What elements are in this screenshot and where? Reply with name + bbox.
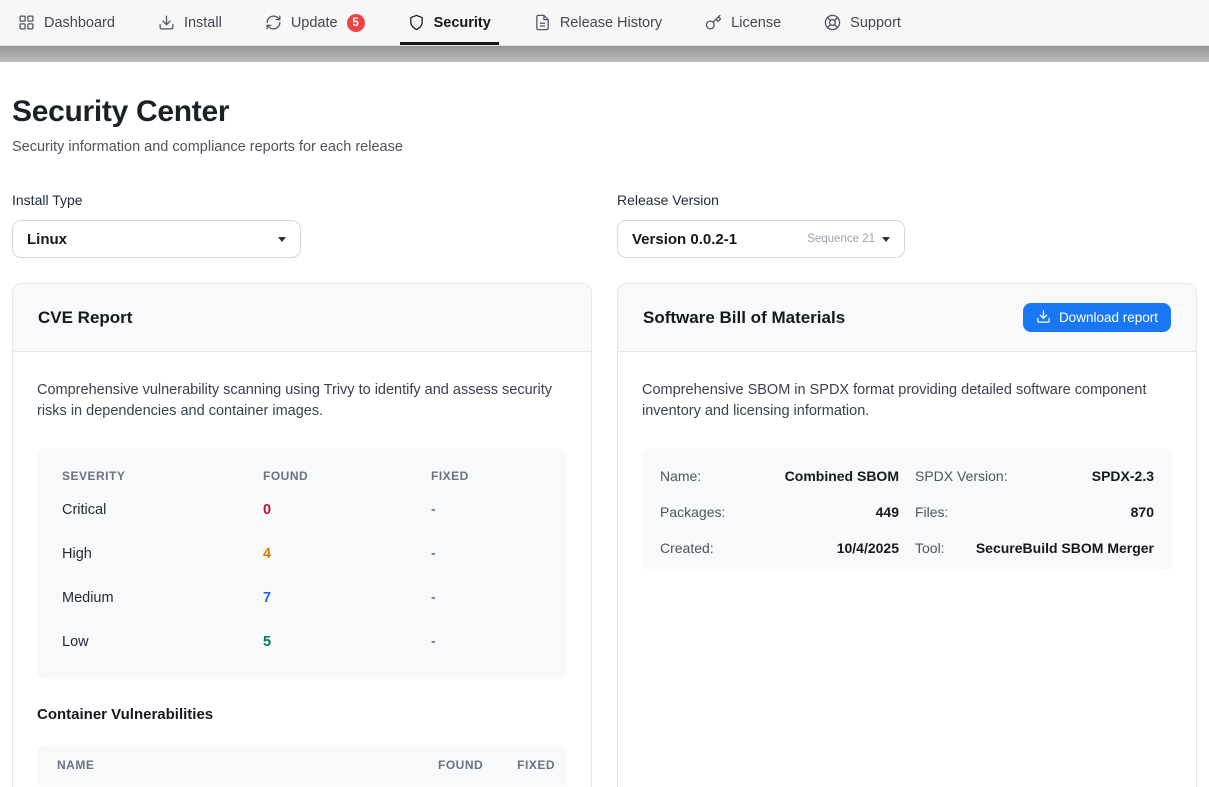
tab-install[interactable]: Install xyxy=(158,0,222,45)
sbom-detail-value: Combined SBOM xyxy=(785,468,899,484)
tab-security[interactable]: Security xyxy=(408,0,491,45)
found-col-header: FOUND xyxy=(263,469,431,483)
fixed-value: - xyxy=(431,546,542,562)
list-item: Created: 10/4/2025 xyxy=(660,530,899,566)
sbom-detail-label: Packages: xyxy=(660,504,725,520)
download-report-label: Download report xyxy=(1059,310,1158,325)
found-col-header: FOUND xyxy=(438,758,483,772)
table-row: Medium 7 - xyxy=(37,576,567,620)
severity-label: High xyxy=(62,546,263,562)
sbom-detail-value: 449 xyxy=(876,504,899,520)
install-type-label: Install Type xyxy=(12,192,592,208)
sbom-detail-label: Tool: xyxy=(915,540,945,556)
fixed-value: - xyxy=(431,502,542,518)
found-value: 5 xyxy=(263,634,431,650)
tab-label: Support xyxy=(850,15,901,31)
page-title: Security Center xyxy=(12,95,1197,129)
sbom-detail-label: Files: xyxy=(915,504,948,520)
container-vulnerabilities-title: Container Vulnerabilities xyxy=(37,706,567,723)
header-divider-band xyxy=(0,46,1209,62)
fixed-value: - xyxy=(431,634,542,650)
cve-report-card: CVE Report Comprehensive vulnerability s… xyxy=(12,283,592,787)
severity-table: SEVERITY FOUND FIXED Critical 0 - High 4… xyxy=(37,448,567,679)
severity-label: Critical xyxy=(62,502,263,518)
list-item: Tool: SecureBuild SBOM Merger xyxy=(915,530,1154,566)
sbom-details: Name: Combined SBOM SPDX Version: SPDX-2… xyxy=(642,448,1172,571)
severity-label: Medium xyxy=(62,590,263,606)
key-icon xyxy=(705,14,722,31)
release-sequence: Sequence 21 xyxy=(807,233,875,245)
install-type-select[interactable]: Linux xyxy=(12,220,301,258)
name-col-header: NAME xyxy=(57,758,438,772)
table-row: Low 5 - xyxy=(37,620,567,664)
found-value: 7 xyxy=(263,590,431,606)
tab-update[interactable]: Update 5 xyxy=(265,0,365,45)
tab-label: Security xyxy=(434,15,491,31)
fixed-col-header: FIXED xyxy=(431,469,542,483)
severity-col-header: SEVERITY xyxy=(62,469,263,483)
chevron-down-icon xyxy=(882,237,890,242)
sbom-description: Comprehensive SBOM in SPDX format provid… xyxy=(642,380,1172,422)
sbom-card: Software Bill of Materials Download repo… xyxy=(617,283,1197,787)
table-row: High 4 - xyxy=(37,532,567,576)
list-item: Files: 870 xyxy=(915,494,1154,530)
list-item: SPDX Version: SPDX-2.3 xyxy=(915,458,1154,494)
container-table-header: NAME FOUND FIXED xyxy=(37,745,567,785)
sbom-detail-label: Name: xyxy=(660,468,701,484)
sbom-title: Software Bill of Materials xyxy=(643,308,845,328)
list-item: Name: Combined SBOM xyxy=(660,458,899,494)
refresh-icon xyxy=(265,14,282,31)
top-nav: Dashboard Install Update 5 Security Rele… xyxy=(0,0,1209,46)
release-version-value: Version 0.0.2-1 xyxy=(632,231,807,248)
sbom-detail-label: Created: xyxy=(660,540,714,556)
tab-label: Dashboard xyxy=(44,15,115,31)
tab-label: Install xyxy=(184,15,222,31)
found-value: 4 xyxy=(263,546,431,562)
tab-dashboard[interactable]: Dashboard xyxy=(18,0,115,45)
download-icon xyxy=(158,14,175,31)
table-row: Critical 0 - xyxy=(37,488,567,532)
document-icon xyxy=(534,14,551,31)
dashboard-icon xyxy=(18,14,35,31)
tab-release-history[interactable]: Release History xyxy=(534,0,662,45)
sbom-detail-value: 10/4/2025 xyxy=(837,540,899,556)
install-type-value: Linux xyxy=(27,231,278,248)
sbom-detail-label: SPDX Version: xyxy=(915,468,1008,484)
release-version-select[interactable]: Version 0.0.2-1 Sequence 21 xyxy=(617,220,905,258)
sbom-detail-value: 870 xyxy=(1131,504,1154,520)
severity-label: Low xyxy=(62,634,263,650)
sbom-detail-value: SecureBuild SBOM Merger xyxy=(976,540,1154,556)
release-version-filter: Release Version Version 0.0.2-1 Sequence… xyxy=(617,192,1197,258)
tab-license[interactable]: License xyxy=(705,0,781,45)
tab-label: Release History xyxy=(560,15,662,31)
download-icon xyxy=(1036,309,1051,327)
chevron-down-icon xyxy=(278,237,286,242)
cve-report-title: CVE Report xyxy=(38,308,132,328)
cve-report-description: Comprehensive vulnerability scanning usi… xyxy=(37,380,567,422)
page-subtitle: Security information and compliance repo… xyxy=(12,139,1197,155)
update-count-badge: 5 xyxy=(347,14,365,32)
found-value: 0 xyxy=(263,502,431,518)
fixed-value: - xyxy=(431,590,542,606)
shield-icon xyxy=(408,14,425,31)
sbom-detail-value: SPDX-2.3 xyxy=(1092,468,1154,484)
tab-label: Update xyxy=(291,15,338,31)
tab-label: License xyxy=(731,15,781,31)
lifebuoy-icon xyxy=(824,14,841,31)
tab-support[interactable]: Support xyxy=(824,0,901,45)
release-version-label: Release Version xyxy=(617,192,1197,208)
fixed-col-header: FIXED xyxy=(517,758,555,772)
download-report-button[interactable]: Download report xyxy=(1023,303,1171,332)
install-type-filter: Install Type Linux xyxy=(12,192,592,258)
list-item: Packages: 449 xyxy=(660,494,899,530)
